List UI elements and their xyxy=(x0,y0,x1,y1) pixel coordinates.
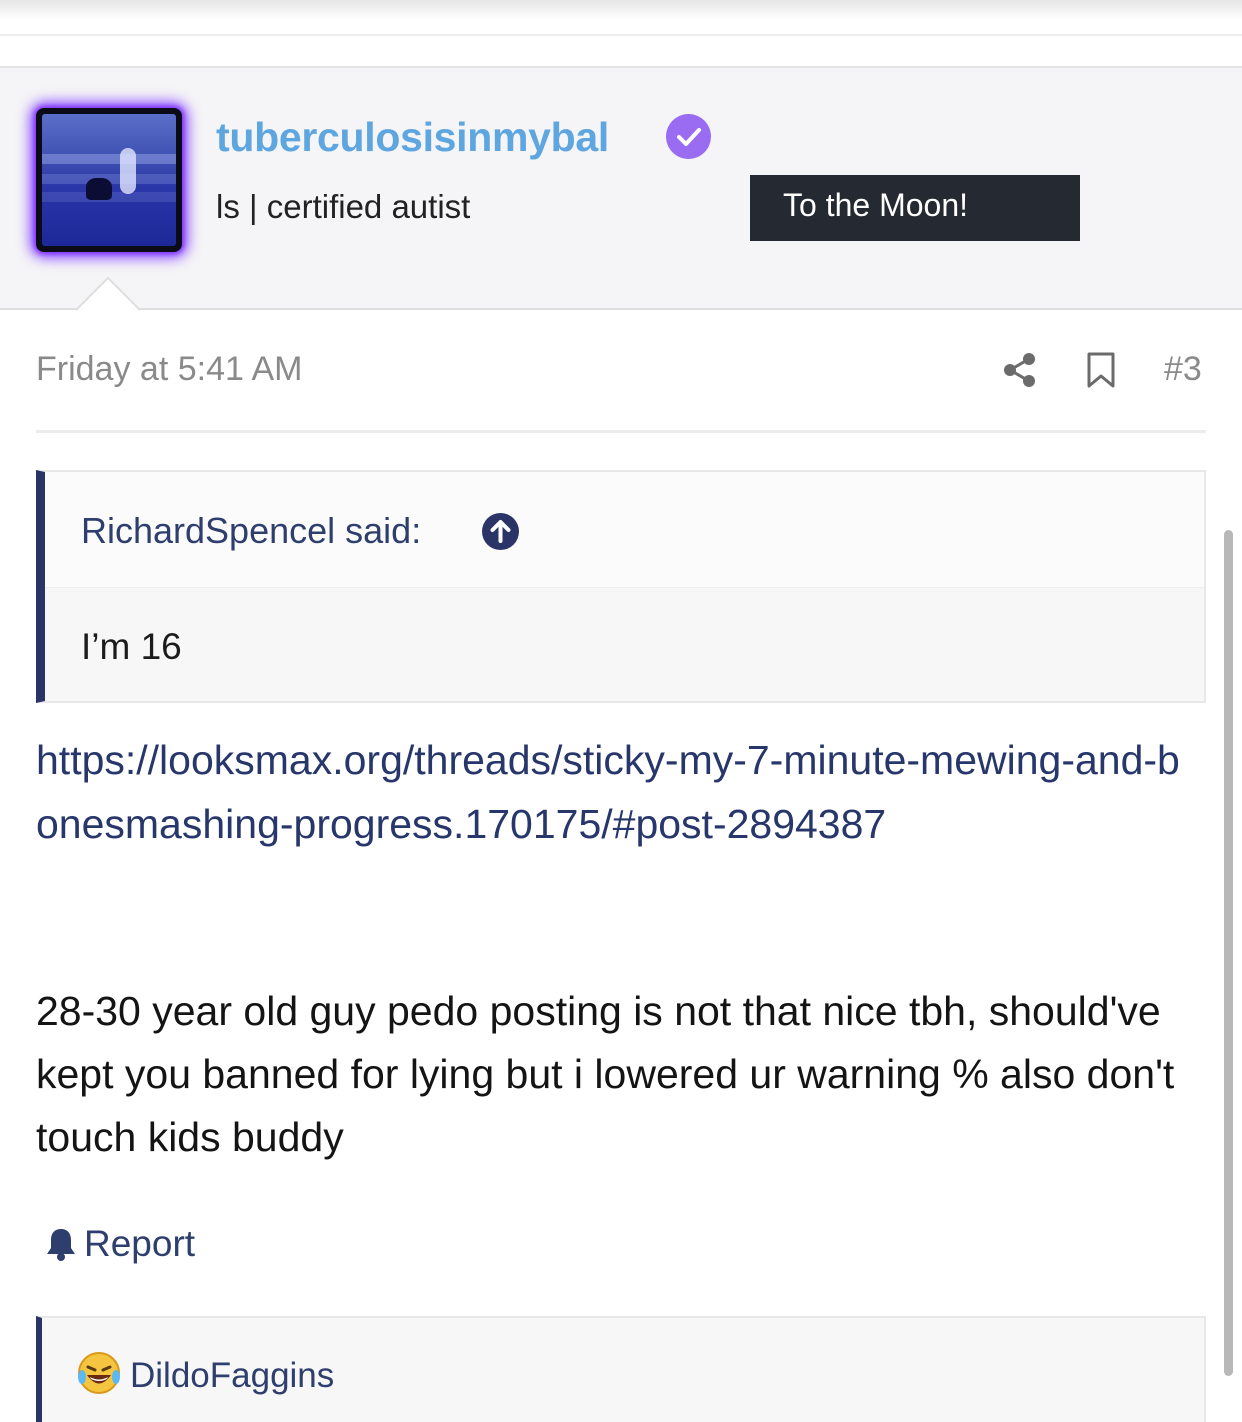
avatar-image xyxy=(42,114,176,246)
username-link[interactable]: tuberculosisinmybal xyxy=(216,114,609,161)
reaction-users[interactable]: DildoFaggins xyxy=(130,1356,334,1396)
user-banner: To the Moon! xyxy=(750,175,1080,241)
arrow-up-icon[interactable] xyxy=(482,513,519,550)
quote-body: I’m 16 xyxy=(81,626,182,667)
laughing-crying-emoji-icon xyxy=(78,1352,120,1394)
report-button[interactable]: Report xyxy=(44,1220,195,1268)
post-date[interactable]: Friday at 5:41 AM xyxy=(36,350,302,389)
page: tuberculosisinmybal ls | certified autis… xyxy=(0,0,1242,1422)
top-bar-shadow xyxy=(0,0,1242,36)
reactions-bar[interactable]: DildoFaggins xyxy=(36,1316,1206,1422)
report-label: Report xyxy=(84,1223,196,1264)
post-body-text: 28-30 year old guy pedo posting is not t… xyxy=(36,988,1175,1160)
scrollbar[interactable] xyxy=(1224,530,1233,1376)
avatar[interactable] xyxy=(36,108,182,252)
divider xyxy=(36,430,1206,433)
header-pointer-arrow xyxy=(76,277,140,311)
post-link[interactable]: https://looksmax.org/threads/sticky-my-7… xyxy=(36,728,1186,856)
user-header: tuberculosisinmybal ls | certified autis… xyxy=(0,66,1242,310)
quote-author[interactable]: RichardSpencel said: xyxy=(81,510,421,552)
bookmark-icon[interactable] xyxy=(1086,352,1116,388)
quote-block: RichardSpencel said: I’m 16 xyxy=(36,470,1206,703)
post-number-link[interactable]: #3 xyxy=(1164,350,1202,389)
verified-check-icon xyxy=(666,114,711,159)
quote-header: RichardSpencel said: xyxy=(45,472,1204,588)
user-title: ls | certified autist xyxy=(216,188,471,225)
bell-icon xyxy=(47,1229,75,1261)
share-icon[interactable] xyxy=(1002,352,1038,388)
